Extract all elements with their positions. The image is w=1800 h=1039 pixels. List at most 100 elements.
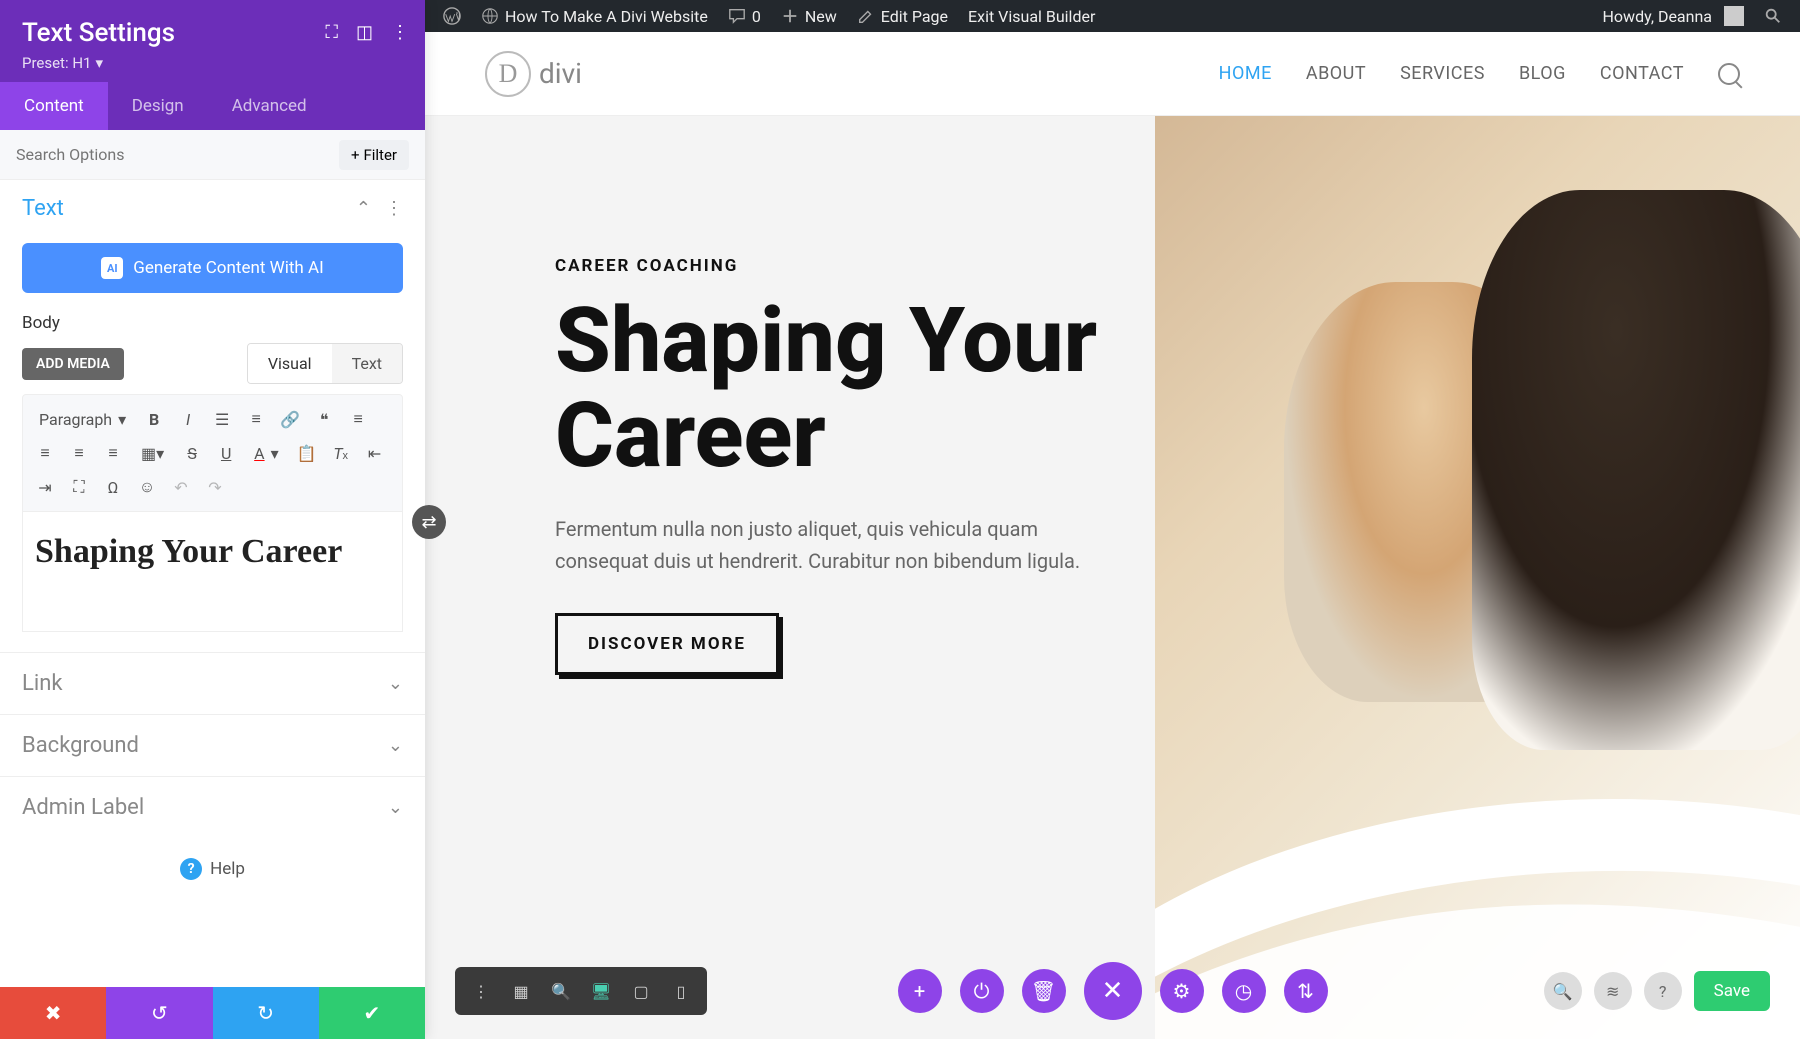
help-icon: ? — [180, 858, 202, 880]
redo-icon[interactable]: ↷ — [199, 471, 231, 503]
nav-home[interactable]: HOME — [1219, 63, 1272, 84]
nav-about[interactable]: ABOUT — [1306, 63, 1366, 84]
collapse-icon[interactable]: ⌃ — [356, 198, 371, 219]
filter-button[interactable]: +Filter — [339, 140, 409, 170]
sidebar-footer: ✖ ↺ ↻ ✔ — [0, 987, 425, 1039]
add-module-button[interactable]: + — [898, 969, 942, 1013]
align-center-icon[interactable]: ≡ — [29, 437, 61, 469]
site-name[interactable]: How To Make A Divi Website — [471, 0, 718, 32]
format-select[interactable]: Paragraph▾ — [29, 403, 136, 435]
wysiwyg-toolbar: Paragraph▾ B I ☰ ≡ 🔗 ❝ ≡ ≡ ≡ ≡ ▦▾ S U A▾… — [22, 394, 403, 512]
tab-design[interactable]: Design — [108, 82, 208, 130]
bold-icon[interactable]: B — [138, 403, 170, 435]
admin-search-icon[interactable] — [1754, 7, 1792, 25]
responsive-icon[interactable]: ⛶ — [325, 22, 338, 43]
add-media-button[interactable]: ADD MEDIA — [22, 348, 124, 380]
delete-button[interactable]: 🗑 — [1022, 969, 1066, 1013]
settings-sidebar: Text Settings Preset: H1▾ ⛶ ◫ ⋮ Content … — [0, 0, 425, 1039]
link-section[interactable]: Link⌄ — [0, 652, 425, 714]
site-header: D divi HOME ABOUT SERVICES BLOG CONTACT — [425, 32, 1800, 116]
tab-content[interactable]: Content — [0, 82, 108, 130]
numbered-list-icon[interactable]: ≡ — [240, 403, 272, 435]
align-justify-icon[interactable]: ≡ — [97, 437, 129, 469]
phone-view-icon[interactable]: ▯ — [661, 973, 701, 1009]
text-color-icon[interactable]: A▾ — [244, 437, 288, 469]
paste-icon[interactable]: 📋 — [291, 437, 323, 469]
generate-ai-button[interactable]: AI Generate Content With AI — [22, 243, 403, 293]
editor-tab-text[interactable]: Text — [332, 344, 402, 383]
quote-icon[interactable]: ❝ — [308, 403, 340, 435]
builder-canvas: D divi HOME ABOUT SERVICES BLOG CONTACT … — [425, 32, 1800, 1039]
save-button[interactable]: Save — [1694, 971, 1770, 1011]
user-greeting[interactable]: Howdy, Deanna — [1593, 6, 1755, 26]
search-options-row: +Filter — [0, 130, 425, 180]
exit-visual-builder[interactable]: Exit Visual Builder — [958, 0, 1105, 32]
align-right-icon[interactable]: ≡ — [63, 437, 95, 469]
wireframe-view-icon[interactable]: ▦ — [501, 973, 541, 1009]
hero-person-2 — [1472, 190, 1800, 750]
emoji-icon[interactable]: ☺ — [131, 471, 163, 503]
layers-icon[interactable]: ≋ — [1594, 972, 1632, 1010]
hero-paragraph: Fermentum nulla non justo aliquet, quis … — [555, 513, 1095, 577]
admin-label-section[interactable]: Admin Label⌄ — [0, 776, 425, 838]
hero-image — [1155, 116, 1800, 1039]
preset-selector[interactable]: Preset: H1▾ — [22, 54, 403, 72]
site-logo[interactable]: D divi — [485, 51, 582, 97]
search-icon[interactable] — [1718, 63, 1740, 85]
nav-contact[interactable]: CONTACT — [1600, 63, 1684, 84]
italic-icon[interactable]: I — [172, 403, 204, 435]
indent-icon[interactable]: ⇥ — [29, 471, 61, 503]
underline-icon[interactable]: U — [210, 437, 242, 469]
discard-button[interactable]: ✖ — [0, 987, 106, 1039]
view-mode-group: ⋮ ▦ 🔍 🖥 ▢ ▯ — [455, 967, 707, 1015]
redo-button[interactable]: ↻ — [213, 987, 319, 1039]
undo-icon[interactable]: ↶ — [165, 471, 197, 503]
section-more-icon[interactable]: ⋮ — [385, 198, 403, 219]
hover-icon[interactable]: ◫ — [356, 22, 373, 43]
nav-blog[interactable]: BLOG — [1519, 63, 1566, 84]
outdent-icon[interactable]: ⇤ — [359, 437, 391, 469]
confirm-button[interactable]: ✔ — [319, 987, 425, 1039]
more-icon[interactable]: ⋮ — [391, 22, 409, 43]
search-options-input[interactable] — [16, 145, 339, 164]
chevron-down-icon: ⌄ — [388, 797, 403, 818]
ai-icon: AI — [101, 257, 123, 279]
background-section[interactable]: Background⌄ — [0, 714, 425, 776]
link-icon[interactable]: 🔗 — [274, 403, 306, 435]
more-options-icon[interactable]: ⋮ — [461, 973, 501, 1009]
close-builder-button[interactable]: ✕ — [1084, 962, 1142, 1020]
sidebar-resize-handle[interactable]: ⇄ — [412, 505, 446, 539]
special-char-icon[interactable]: Ω — [97, 471, 129, 503]
strikethrough-icon[interactable]: S — [176, 437, 208, 469]
editor-content[interactable]: Shaping Your Career — [22, 512, 403, 632]
tab-advanced[interactable]: Advanced — [208, 82, 331, 130]
import-export-button[interactable]: ⇅ — [1284, 969, 1328, 1013]
edit-page[interactable]: Edit Page — [847, 0, 958, 32]
discover-more-button[interactable]: DISCOVER MORE — [555, 613, 779, 675]
undo-button[interactable]: ↺ — [106, 987, 212, 1039]
wp-logo[interactable] — [433, 0, 471, 32]
table-icon[interactable]: ▦▾ — [131, 437, 174, 469]
help-link[interactable]: ?Help — [0, 838, 425, 900]
nav-services[interactable]: SERVICES — [1400, 63, 1485, 84]
power-button[interactable]: ⏻ — [960, 969, 1004, 1013]
page-settings-button[interactable]: ⚙ — [1160, 969, 1204, 1013]
hero-heading[interactable]: Shaping Your Career — [555, 294, 1155, 483]
new-content[interactable]: New — [771, 0, 847, 32]
sidebar-header: Text Settings Preset: H1▾ ⛶ ◫ ⋮ — [0, 0, 425, 82]
help-builder-icon[interactable]: ? — [1644, 972, 1682, 1010]
fullscreen-icon[interactable]: ⛶ — [63, 471, 95, 503]
align-left-icon[interactable]: ≡ — [342, 403, 374, 435]
wp-admin-bar: How To Make A Divi Website 0 New Edit Pa… — [425, 0, 1800, 32]
history-button[interactable]: ◷ — [1222, 969, 1266, 1013]
comments-link[interactable]: 0 — [718, 0, 771, 32]
search-builder-icon[interactable]: 🔍 — [1544, 972, 1582, 1010]
zoom-view-icon[interactable]: 🔍 — [541, 973, 581, 1009]
editor-tab-visual[interactable]: Visual — [248, 344, 332, 383]
desktop-view-icon[interactable]: 🖥 — [581, 973, 621, 1009]
text-section-header[interactable]: Text ⌃⋮ — [0, 180, 425, 237]
bullet-list-icon[interactable]: ☰ — [206, 403, 238, 435]
chevron-down-icon: ⌄ — [388, 673, 403, 694]
tablet-view-icon[interactable]: ▢ — [621, 973, 661, 1009]
clear-format-icon[interactable]: Tₓ — [325, 437, 357, 469]
